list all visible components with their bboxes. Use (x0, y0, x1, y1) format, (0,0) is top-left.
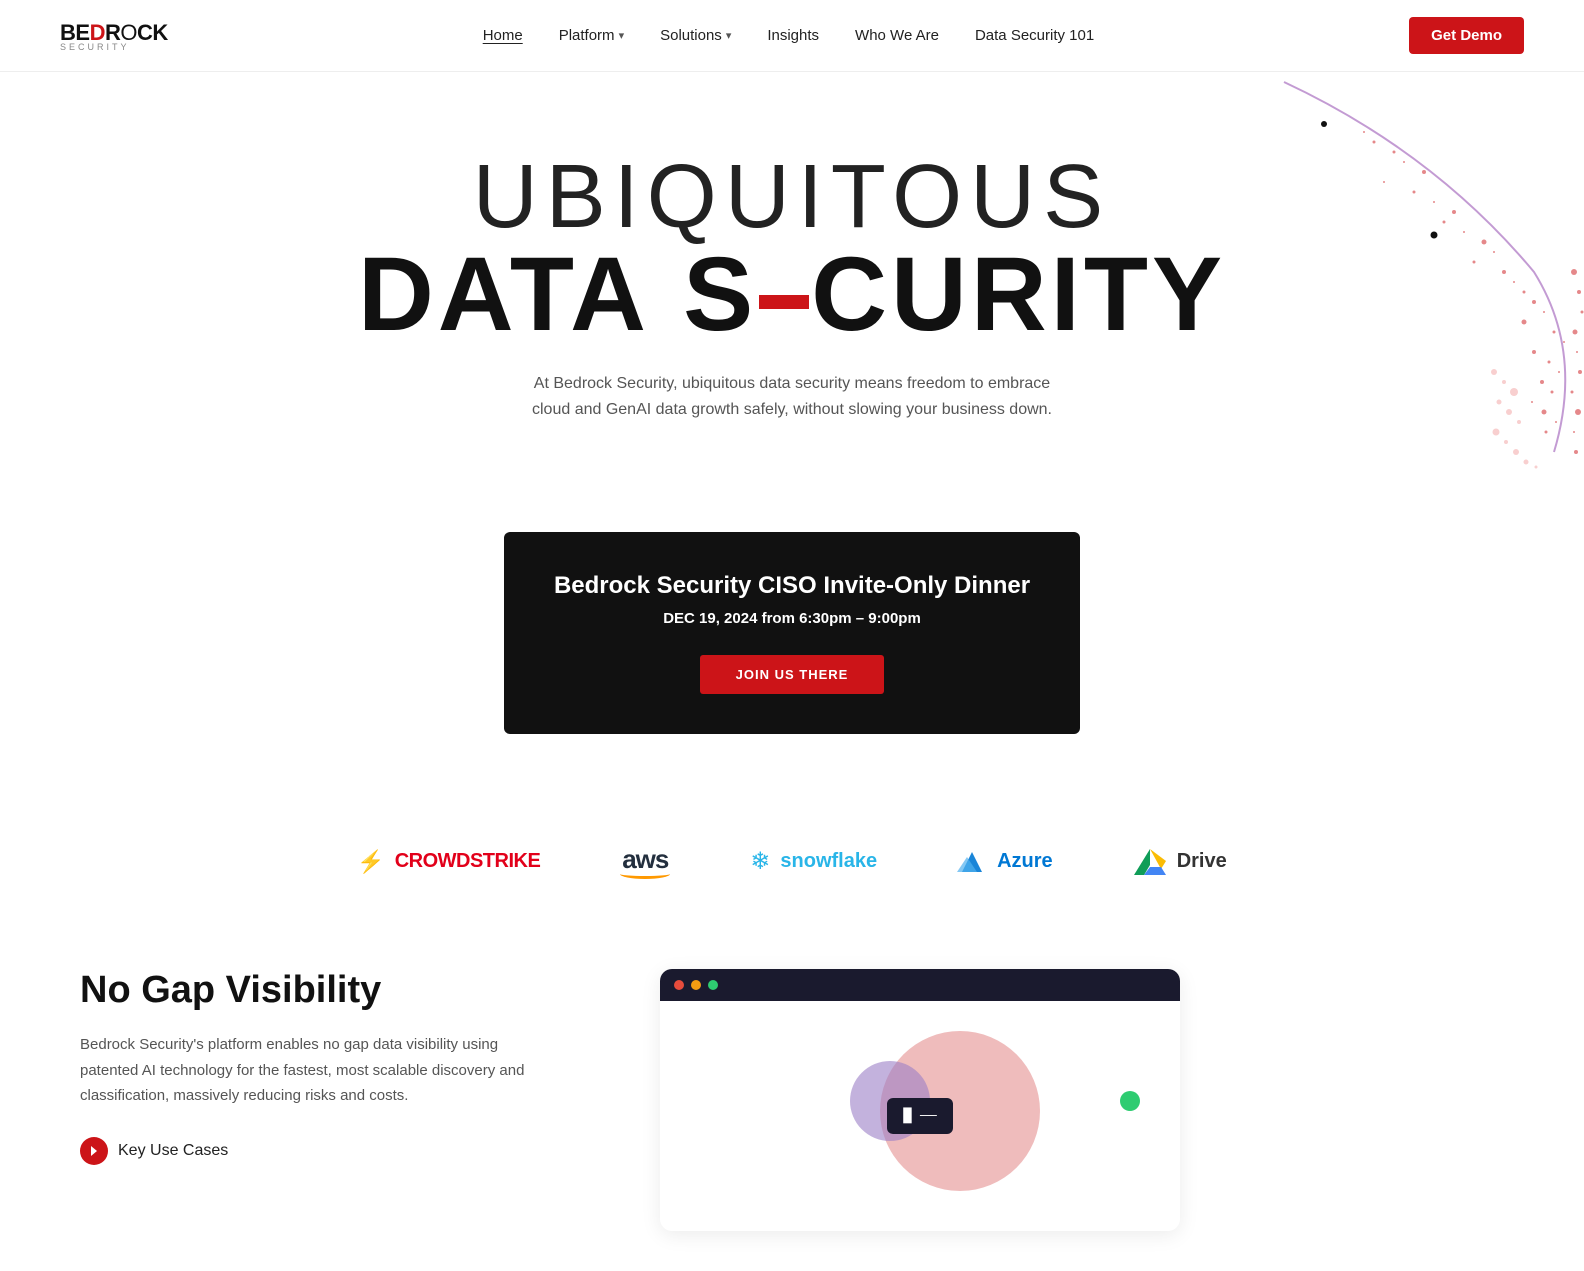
azure-logo: Azure (957, 847, 1053, 877)
dashboard-topbar (660, 969, 1180, 1001)
get-demo-button[interactable]: Get Demo (1409, 17, 1524, 54)
navbar: BEDrOCK SECURITY Home Platform ▾ Solutio… (0, 0, 1584, 72)
dashboard-body: █ —— (660, 1001, 1180, 1231)
nav-who-we-are[interactable]: Who We Are (855, 27, 939, 44)
nav-insights[interactable]: Insights (767, 27, 819, 44)
crowdstrike-logo: ⚡ CROWDSTRIKE (357, 849, 540, 875)
event-date: DEC 19, 2024 from 6:30pm – 9:00pm (554, 610, 1030, 627)
dot-red (674, 980, 684, 990)
event-banner: Bedrock Security CISO Invite-Only Dinner… (504, 532, 1080, 734)
solutions-arrow: ▾ (726, 29, 732, 42)
hero-subtitle: At Bedrock Security, ubiquitous data sec… (532, 371, 1052, 422)
snowflake-logo: ❄ snowflake (750, 847, 877, 876)
hero-title-line2: DATA SCURITY (0, 242, 1584, 347)
gdrive-logo: Drive (1133, 847, 1227, 877)
bottom-section: No Gap Visibility Bedrock Security's pla… (0, 929, 1584, 1271)
hero-title: UBIQUITOUS DATA SCURITY (0, 152, 1584, 347)
bottom-description: Bedrock Security's platform enables no g… (80, 1032, 560, 1109)
aws-logo-mark: aws (620, 844, 670, 879)
dot-yellow (691, 980, 701, 990)
hero-section: UBIQUITOUS DATA SCURITY At Bedrock Secur… (0, 72, 1584, 492)
nav-solutions[interactable]: Solutions ▾ (660, 27, 731, 44)
logo[interactable]: BEDrOCK SECURITY (60, 20, 168, 52)
azure-icon (957, 847, 987, 877)
dot-green-window (708, 980, 718, 990)
azure-name: Azure (997, 850, 1053, 873)
event-banner-wrapper: Bedrock Security CISO Invite-Only Dinner… (0, 492, 1584, 794)
circle-green (1120, 1091, 1140, 1111)
join-us-button[interactable]: JOIN US THERE (700, 655, 885, 694)
platform-arrow: ▾ (619, 29, 625, 42)
snowflake-icon: ❄ (750, 847, 770, 876)
nav-links: Home Platform ▾ Solutions ▾ Insights Who… (483, 27, 1095, 44)
bottom-title: No Gap Visibility (80, 969, 560, 1012)
bottom-left: No Gap Visibility Bedrock Security's pla… (80, 969, 560, 1165)
logo-area: BEDrOCK SECURITY (60, 20, 168, 52)
bottom-right: █ —— (660, 969, 1180, 1231)
event-title: Bedrock Security CISO Invite-Only Dinner (554, 572, 1030, 600)
crowdstrike-icon: ⚡ (357, 849, 384, 875)
dashboard-mock: █ —— (660, 969, 1180, 1231)
gdrive-name: Drive (1177, 850, 1227, 873)
key-use-label: Key Use Cases (118, 1142, 228, 1160)
gdrive-icon (1133, 847, 1167, 877)
snowflake-name: snowflake (780, 850, 877, 873)
key-use-cases-link[interactable]: Key Use Cases (80, 1137, 560, 1165)
hero-title-line1: UBIQUITOUS (0, 152, 1584, 242)
aws-arc (620, 869, 670, 879)
crowdstrike-name: CROWDSTRIKE (395, 850, 541, 873)
data-security-text: DATA SCURITY (358, 242, 1226, 347)
nav-home[interactable]: Home (483, 27, 523, 44)
partners-section: ⚡ CROWDSTRIKE aws ❄ snowflake Azure Driv… (0, 794, 1584, 929)
dashboard-widget: █ —— (887, 1098, 953, 1134)
nav-data-security[interactable]: Data Security 101 (975, 27, 1094, 44)
nav-platform[interactable]: Platform ▾ (559, 27, 624, 44)
chevron-right-icon (87, 1144, 101, 1158)
key-use-icon (80, 1137, 108, 1165)
aws-logo: aws (620, 844, 670, 879)
